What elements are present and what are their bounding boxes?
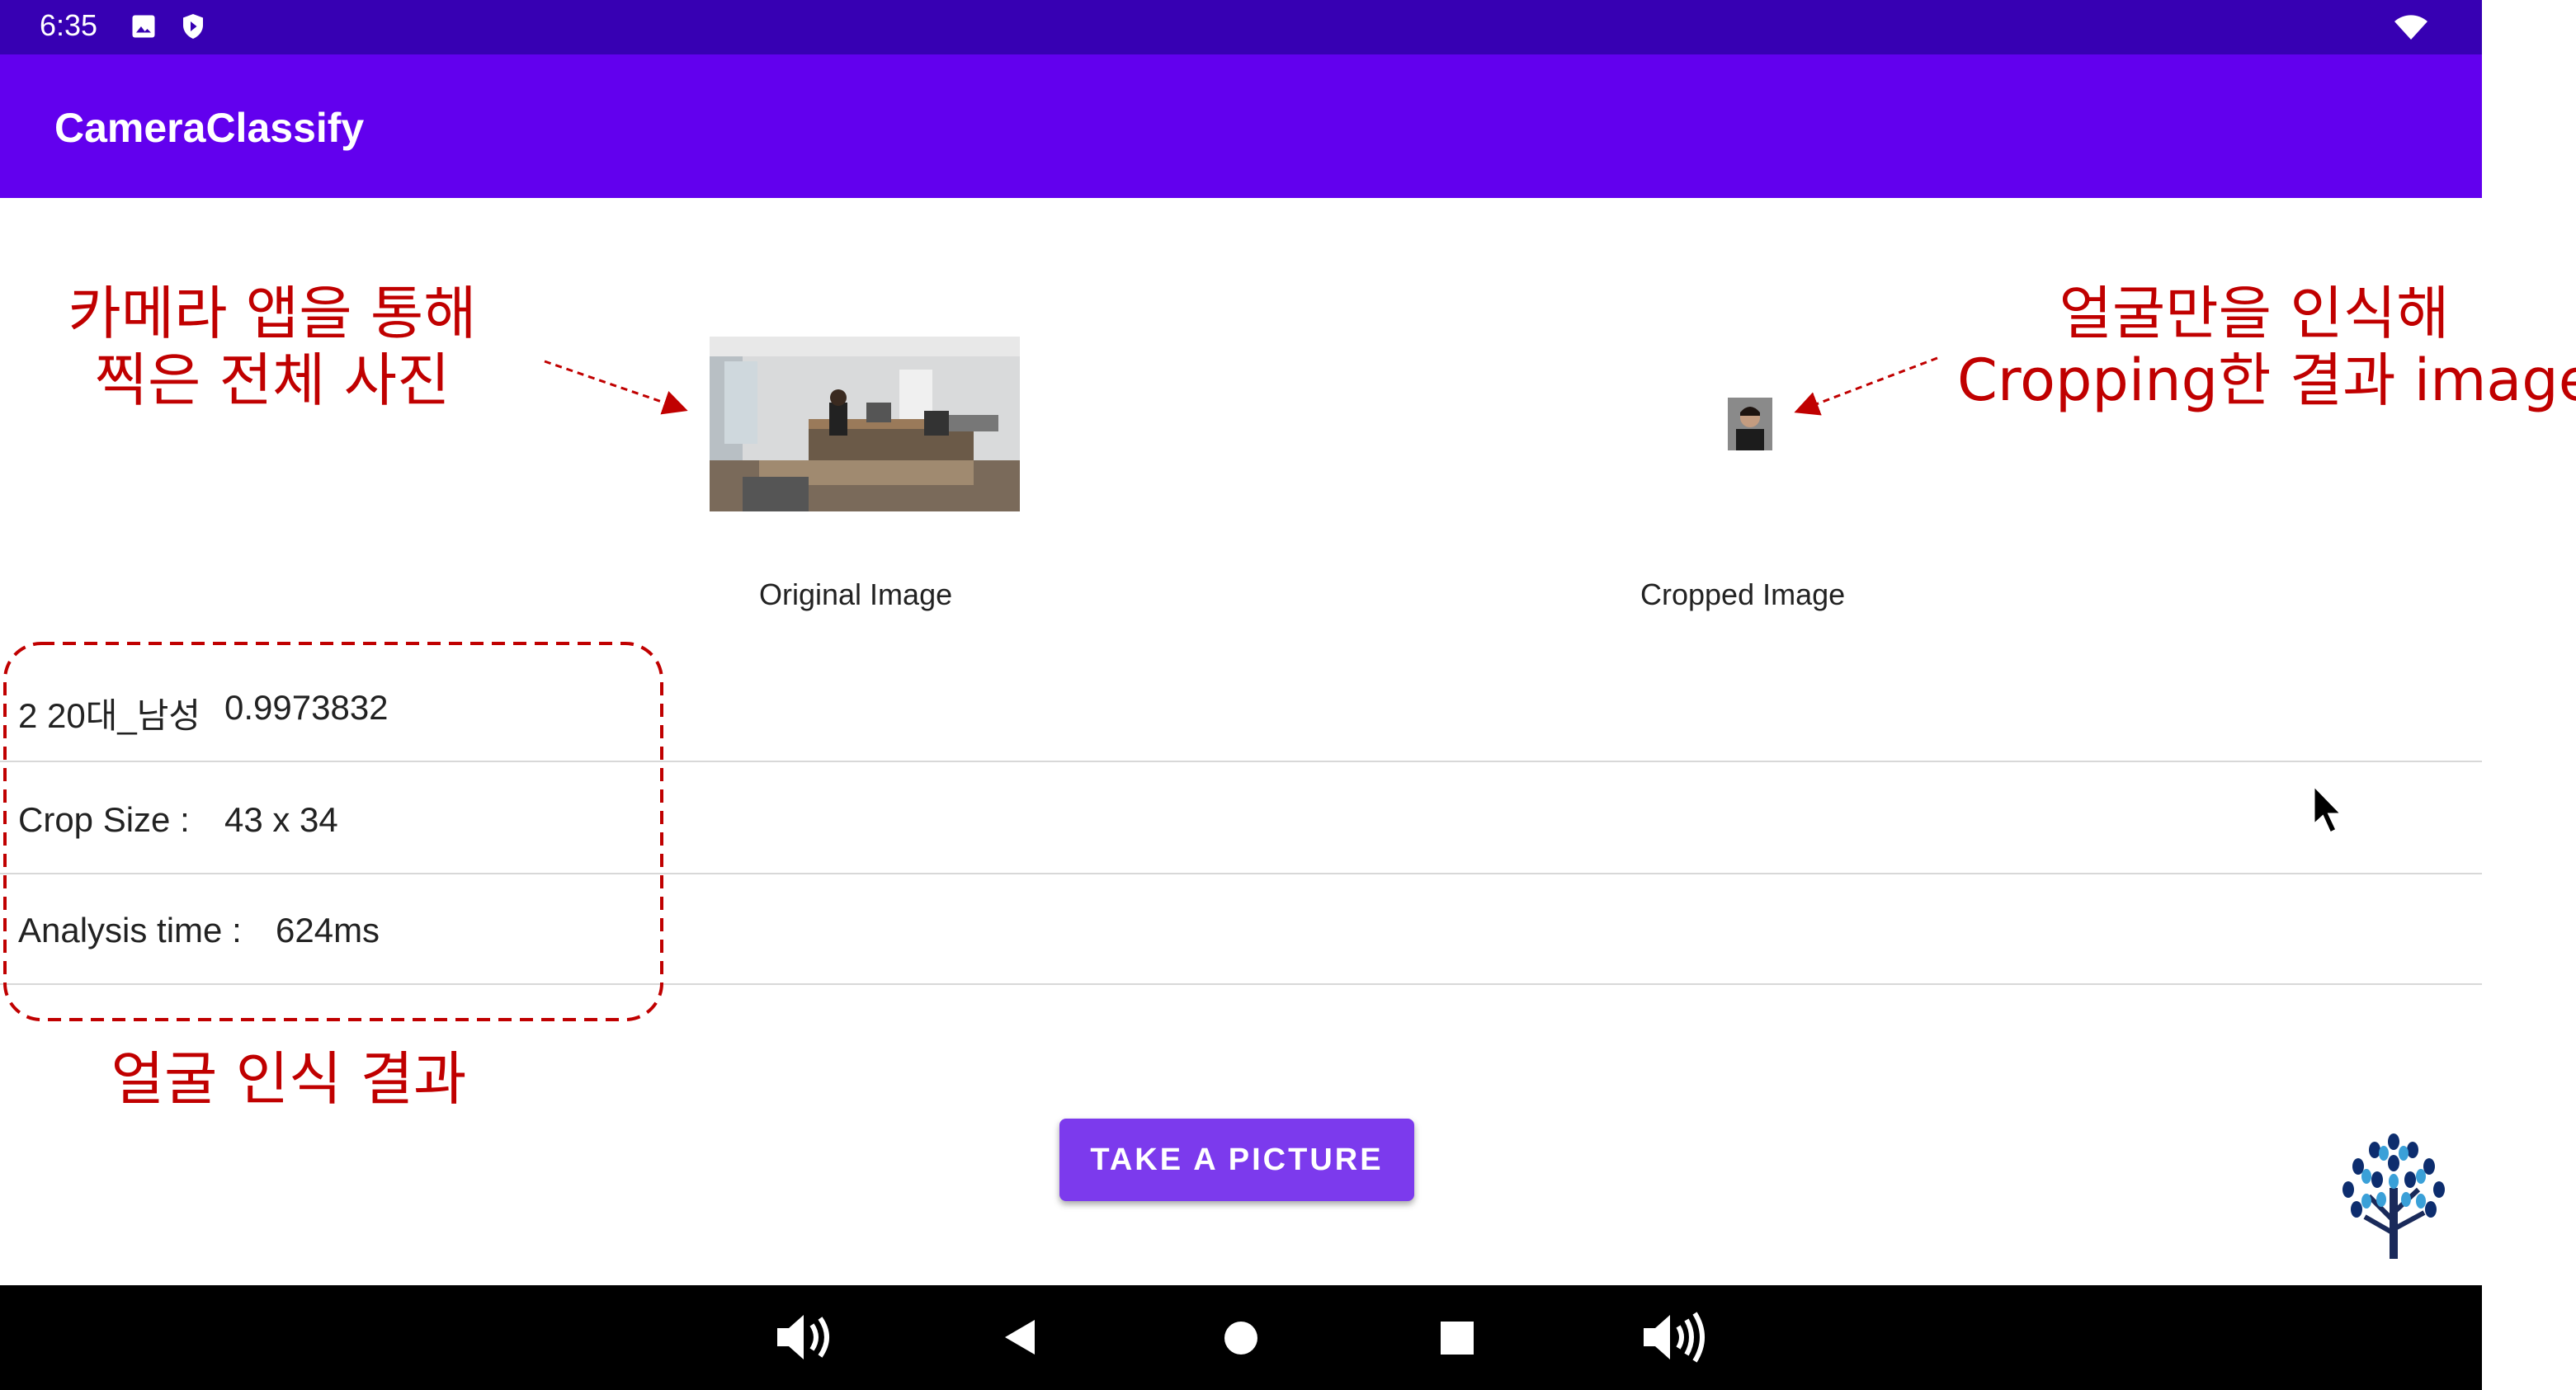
annotation-overlay — [3, 356, 1938, 1021]
arrow-to-original — [544, 360, 688, 415]
result-highlight-box — [3, 642, 663, 1021]
arrow-to-cropped — [1794, 356, 1938, 416]
